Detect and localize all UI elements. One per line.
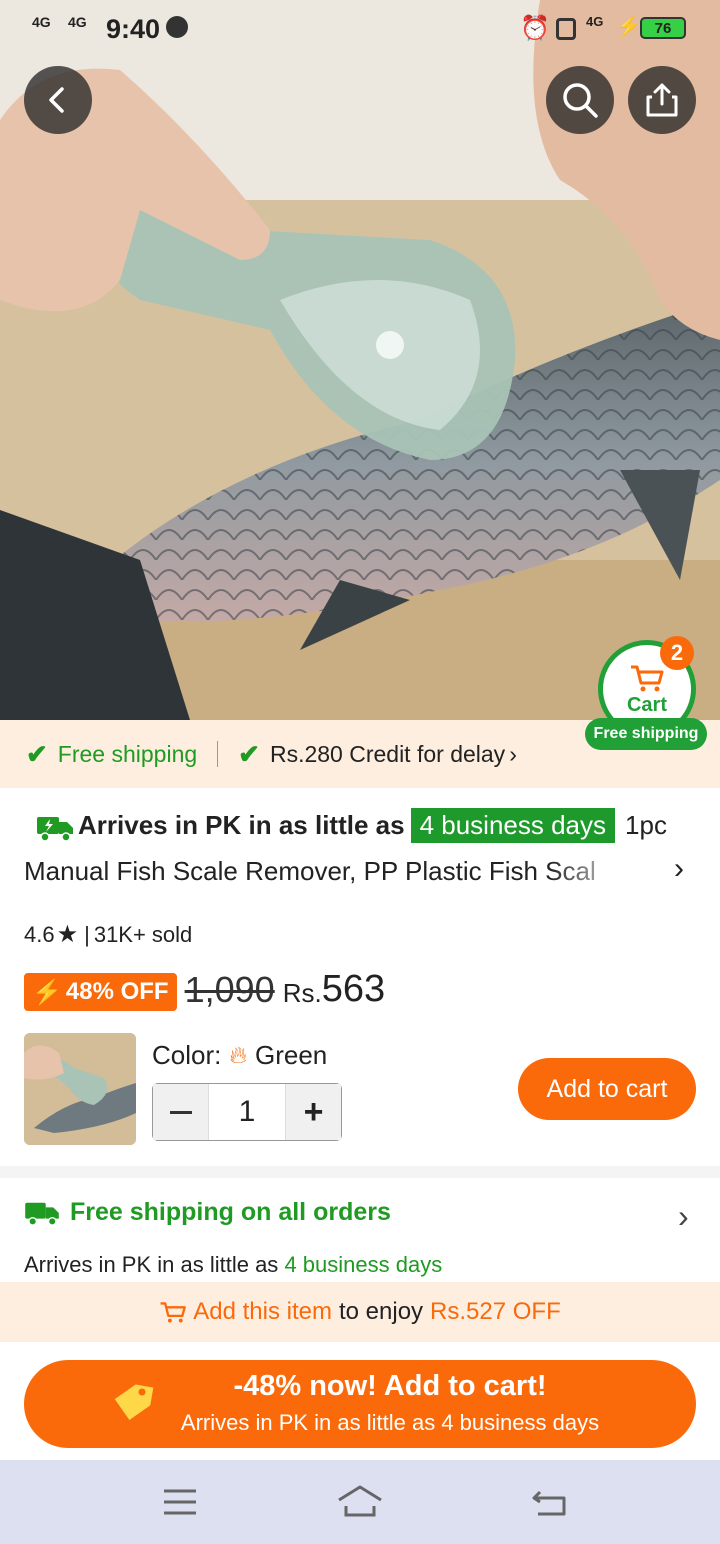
search-icon bbox=[563, 83, 598, 118]
shipping-arrival-prefix: Arrives in PK in as little as bbox=[24, 1252, 279, 1277]
quantity-value[interactable]: 1 bbox=[209, 1084, 285, 1140]
decrease-quantity-button[interactable] bbox=[153, 1084, 209, 1140]
promo-add-item: Add this item bbox=[193, 1298, 332, 1325]
add-to-cart-button[interactable]: Add to cart bbox=[518, 1058, 696, 1120]
chevron-right-icon: › bbox=[509, 740, 517, 767]
shipping-arrival-days: 4 business days bbox=[284, 1252, 443, 1277]
delivery-truck-icon bbox=[25, 1202, 59, 1226]
charging-icon: ⚡ bbox=[616, 16, 641, 38]
plus-icon: + bbox=[303, 1092, 324, 1131]
color-label: Color: bbox=[152, 1040, 222, 1070]
delay-credit-label: Rs.280 Credit for delay bbox=[269, 740, 506, 767]
cta-subtitle: Arrives in PK in as little as 4 business… bbox=[180, 1410, 600, 1435]
vibrate-icon bbox=[556, 18, 576, 40]
system-nav-bar bbox=[0, 1460, 720, 1544]
status-bar: 4G 4G 9:40 ⏰ 4G ⚡ 76 bbox=[0, 0, 720, 56]
fish-scaler-thumbnail bbox=[24, 1033, 136, 1145]
cart-label: Cart bbox=[626, 694, 667, 716]
quantity-stepper[interactable]: 1 + bbox=[152, 1083, 342, 1141]
network-indicator-3: 4G bbox=[586, 14, 604, 29]
menu-nav-button[interactable] bbox=[162, 1488, 198, 1521]
share-icon bbox=[646, 83, 678, 117]
increase-quantity-button[interactable]: + bbox=[285, 1084, 341, 1140]
home-nav-button[interactable] bbox=[336, 1484, 384, 1523]
variant-thumbnail[interactable] bbox=[24, 1033, 136, 1145]
rating-row[interactable]: 4.6 ★ | 31K+ sold bbox=[24, 920, 192, 949]
rating-value: 4.6 bbox=[24, 921, 55, 947]
free-shipping-row[interactable]: Free shipping on all orders bbox=[24, 1198, 391, 1227]
original-price: 1,090 bbox=[184, 969, 275, 1010]
network-indicator-1: 4G bbox=[32, 14, 51, 30]
arrival-days-badge: 4 business days bbox=[410, 808, 616, 843]
lightning-icon: ⚡ bbox=[32, 978, 62, 1006]
alarm-icon: ⏰ bbox=[520, 15, 550, 42]
sale-price: 563 bbox=[321, 968, 386, 1010]
add-to-cart-cta-button[interactable]: -48% now! Add to cart! Arrives in PK in … bbox=[24, 1360, 696, 1448]
speed-icon bbox=[166, 16, 188, 38]
home-icon bbox=[338, 1485, 382, 1517]
discount-badge: ⚡ 48% OFF bbox=[24, 973, 177, 1011]
chevron-right-icon[interactable]: › bbox=[678, 1198, 689, 1235]
battery-indicator: 76 bbox=[640, 17, 686, 39]
section-divider bbox=[0, 1166, 720, 1178]
minus-icon bbox=[169, 1110, 192, 1114]
pack-quantity: 1pc bbox=[625, 810, 667, 840]
flame-icon: 🔥︎ bbox=[229, 1041, 247, 1069]
cart-add-icon bbox=[160, 1302, 187, 1323]
search-button[interactable] bbox=[546, 66, 614, 134]
cart-free-shipping-badge: Free shipping bbox=[585, 718, 707, 750]
discount-text: 48% OFF bbox=[65, 978, 169, 1005]
free-shipping-label: Free shipping bbox=[57, 740, 198, 767]
color-row[interactable]: Color: 🔥︎ Green bbox=[152, 1040, 327, 1071]
arrival-prefix: Arrives in PK in as little as bbox=[78, 810, 405, 840]
delivery-truck-icon bbox=[36, 813, 74, 848]
back-arrow-icon bbox=[532, 1490, 566, 1516]
arrival-line: Arrives in PK in as little as 4 business… bbox=[78, 808, 667, 843]
sold-count: 31K+ sold bbox=[93, 921, 193, 947]
chevron-right-icon[interactable]: › bbox=[674, 852, 684, 886]
chevron-left-icon bbox=[49, 87, 64, 113]
menu-icon bbox=[164, 1489, 196, 1515]
price-row: ⚡ 48% OFF 1,090 Rs. 563 bbox=[24, 968, 385, 1011]
promo-strip[interactable]: Add this item to enjoy Rs.527 OFF bbox=[0, 1282, 720, 1342]
cart-count-badge: 2 bbox=[660, 636, 694, 670]
network-indicator-2: 4G bbox=[68, 14, 87, 30]
star-icon: ★ bbox=[56, 921, 79, 948]
check-icon: ✔ bbox=[238, 738, 260, 769]
shipping-arrival-line: Arrives in PK in as little as 4 business… bbox=[24, 1252, 442, 1278]
back-nav-button[interactable] bbox=[530, 1488, 570, 1523]
check-icon: ✔ bbox=[26, 738, 48, 769]
share-button[interactable] bbox=[628, 66, 696, 134]
cta-title: -48% now! Add to cart! bbox=[233, 1370, 547, 1402]
promo-amount: Rs.527 OFF bbox=[430, 1298, 561, 1325]
free-shipping-title: Free shipping on all orders bbox=[70, 1198, 391, 1226]
currency: Rs. bbox=[282, 978, 322, 1008]
separator: | bbox=[84, 921, 90, 947]
product-title[interactable]: Manual Fish Scale Remover, PP Plastic Fi… bbox=[24, 856, 634, 887]
promo-middle-text: to enjoy bbox=[338, 1298, 424, 1325]
clock: 9:40 bbox=[106, 14, 161, 44]
cart-icon bbox=[631, 665, 664, 692]
divider bbox=[217, 741, 219, 767]
color-value: Green bbox=[254, 1040, 328, 1070]
back-button[interactable] bbox=[24, 66, 92, 134]
